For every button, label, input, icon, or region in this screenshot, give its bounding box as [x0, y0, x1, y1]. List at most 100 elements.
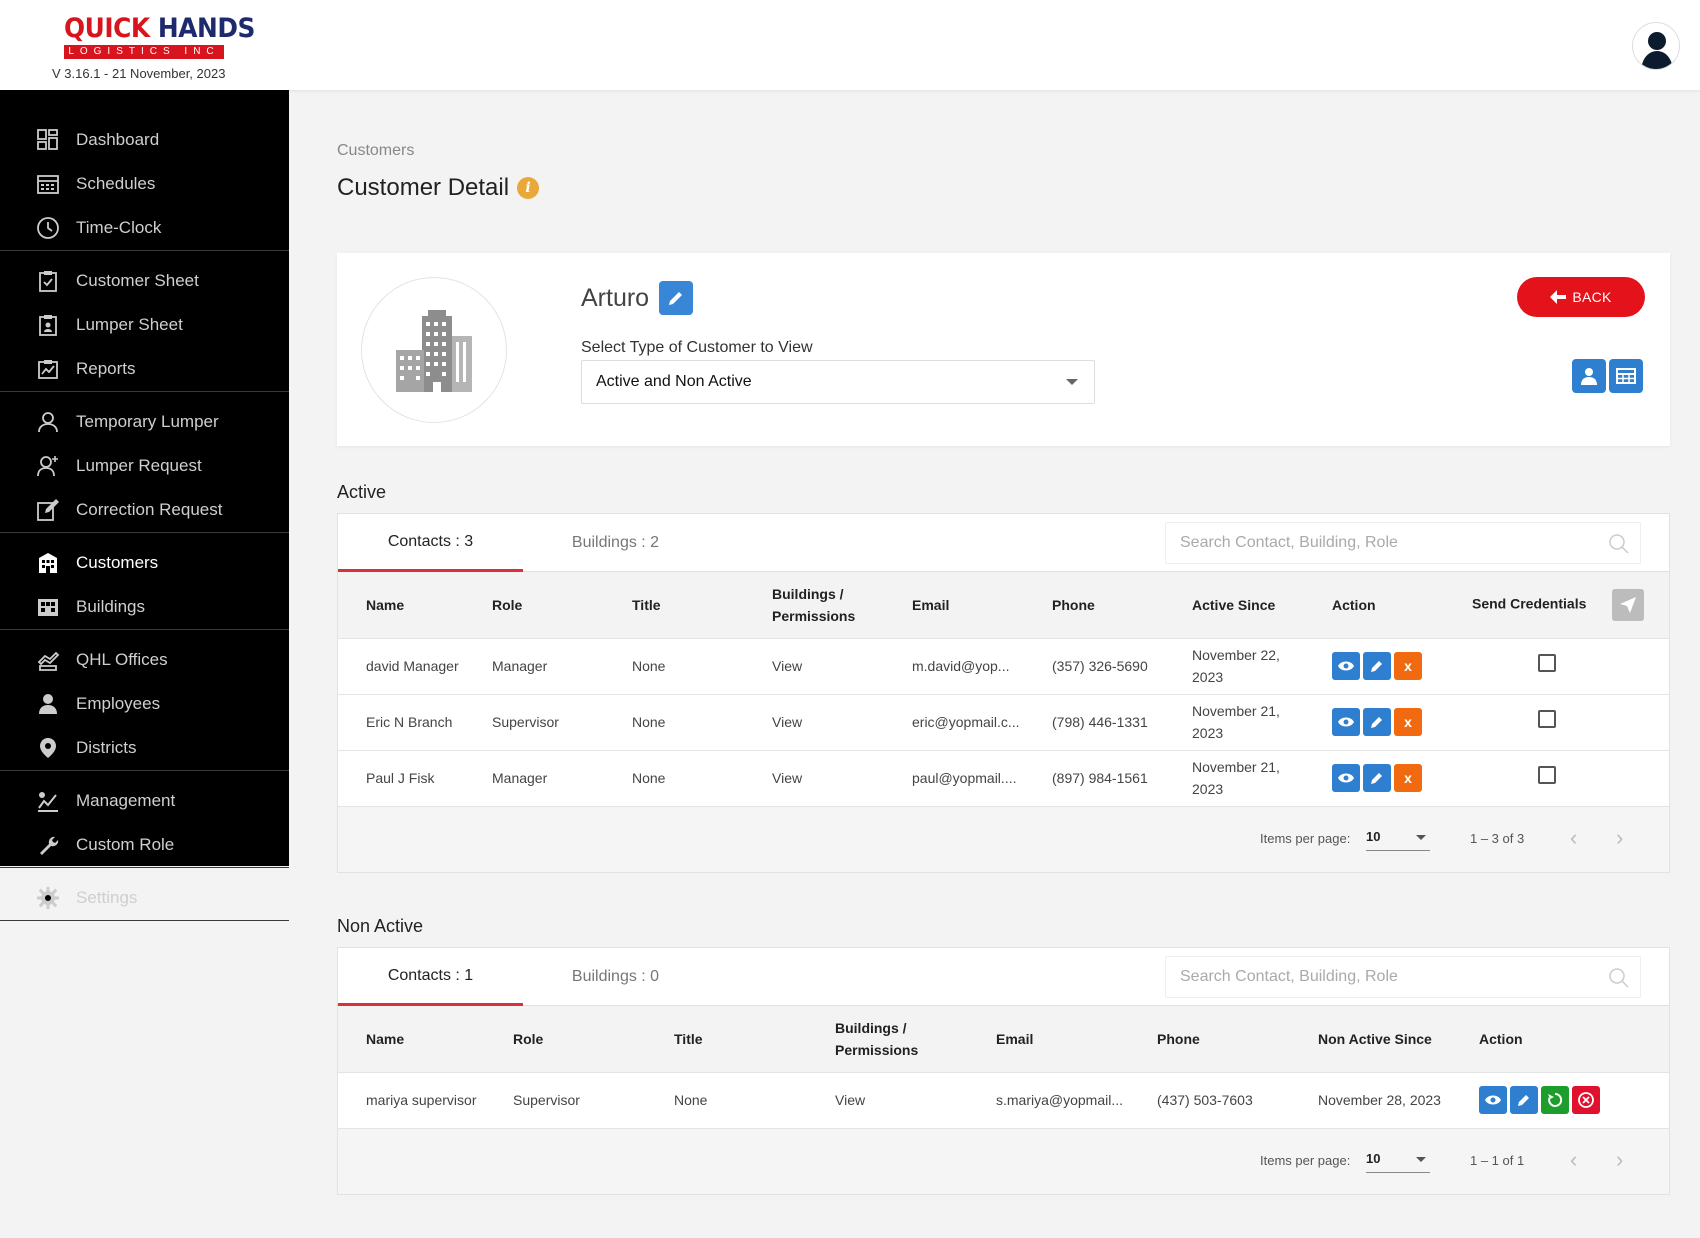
sidebar-item-customer-sheet[interactable]: Customer Sheet — [0, 259, 289, 303]
send-credentials-cell — [1444, 637, 1669, 694]
eye-icon — [1485, 1095, 1501, 1105]
edit-customer-button[interactable] — [659, 281, 694, 315]
prev-page-button[interactable]: ‹ — [1570, 1147, 1577, 1173]
col-role[interactable]: Role — [464, 572, 604, 638]
items-per-page-select[interactable]: 10 — [1366, 829, 1430, 851]
sidebar-item-districts[interactable]: Districts — [0, 726, 289, 770]
tab-active-buildings[interactable]: Buildings : 2 — [523, 514, 708, 572]
send-credentials-checkbox[interactable] — [1538, 766, 1556, 785]
sidebar-item-temporary-lumper[interactable]: Temporary Lumper — [0, 400, 289, 444]
send-credentials-button[interactable] — [1612, 588, 1645, 621]
sidebar-item-dashboard[interactable]: Dashboard — [0, 118, 289, 162]
items-per-page-select[interactable]: 10 — [1366, 1151, 1430, 1173]
pencil-icon — [1518, 1095, 1529, 1107]
contact-since: November 22, 2023 — [1164, 637, 1304, 694]
customer-type-select[interactable]: Active and Non Active — [581, 360, 1095, 404]
sidebar-group: QHL Offices Employees Districts — [0, 630, 289, 771]
search-icon — [1609, 534, 1629, 554]
logo-word-quick: QUICK — [64, 13, 150, 44]
sidebar-item-employees[interactable]: Employees — [0, 682, 289, 726]
sidebar-item-customers[interactable]: Customers — [0, 541, 289, 585]
view-contact-button[interactable] — [1332, 708, 1360, 736]
view-contact-button[interactable] — [1332, 764, 1360, 793]
active-search-placeholder: Search Contact, Building, Role — [1180, 534, 1398, 551]
user-avatar[interactable] — [1632, 22, 1680, 70]
delete-contact-button[interactable]: x — [1394, 764, 1422, 793]
view-contact-button[interactable] — [1332, 652, 1360, 680]
sidebar-item-correction-request[interactable]: Correction Request — [0, 488, 289, 532]
grid-view-button[interactable] — [1609, 359, 1643, 393]
next-page-button[interactable]: › — [1616, 825, 1623, 851]
delete-contact-button[interactable]: x — [1394, 652, 1422, 680]
sidebar-item-schedules[interactable]: Schedules — [0, 162, 289, 206]
col-active-since[interactable]: Active Since — [1164, 572, 1304, 638]
sidebar-item-management[interactable]: Management — [0, 779, 289, 823]
back-button-label: BACK — [1572, 289, 1612, 305]
col-email[interactable]: Email — [968, 1006, 1129, 1072]
sidebar-item-label: Customers — [76, 553, 159, 572]
send-credentials-checkbox[interactable] — [1538, 710, 1556, 728]
prev-page-button[interactable]: ‹ — [1570, 825, 1577, 851]
nonactive-contacts-panel: Contacts : 1 Buildings : 0 Search Contac… — [337, 947, 1670, 1195]
back-button[interactable]: BACK — [1517, 277, 1645, 317]
sidebar-item-custom-role[interactable]: Custom Role — [0, 823, 289, 867]
send-credentials-checkbox[interactable] — [1538, 654, 1556, 672]
sidebar-item-buildings[interactable]: Buildings — [0, 585, 289, 629]
table-row[interactable]: Eric N Branch Supervisor None View eric@yopm… — [338, 693, 1669, 750]
col-permissions[interactable]: Buildings / Permissions — [807, 1006, 968, 1072]
table-row[interactable]: Paul J Fisk Manager None View paul@yopmail..… — [338, 749, 1669, 806]
items-per-page-label: Items per page: — [1260, 831, 1351, 846]
send-credentials-cell — [1444, 693, 1669, 750]
col-title[interactable]: Title — [604, 572, 744, 638]
building-illustration-icon — [396, 310, 472, 392]
company-logo[interactable]: QUICK HANDS LOGISTICS INC — [64, 13, 255, 59]
sidebar-item-lumper-request[interactable]: Lumper Request — [0, 444, 289, 488]
view-contact-button[interactable] — [1479, 1086, 1507, 1115]
contact-since: November 21, 2023 — [1164, 749, 1304, 806]
col-permissions[interactable]: Buildings / Permissions — [744, 572, 884, 638]
sidebar-item-time-clock[interactable]: Time-Clock — [0, 206, 289, 250]
edit-contact-button[interactable] — [1510, 1086, 1538, 1115]
row-actions — [1451, 1071, 1669, 1128]
nonactive-paginator: Items per page: 10 1 – 1 of 1 ‹ › — [338, 1128, 1669, 1194]
col-name[interactable]: Name — [338, 572, 464, 638]
table-row[interactable]: mariya supervisor Supervisor None View s.mar… — [338, 1071, 1669, 1128]
col-email[interactable]: Email — [884, 572, 1024, 638]
next-page-button[interactable]: › — [1616, 1147, 1623, 1173]
tab-active-contacts[interactable]: Contacts : 3 — [338, 514, 523, 572]
app-version: V 3.16.1 - 21 November, 2023 — [52, 66, 226, 81]
info-icon[interactable]: i — [517, 177, 540, 199]
col-phone[interactable]: Phone — [1129, 1006, 1290, 1072]
nonactive-search-input[interactable]: Search Contact, Building, Role — [1165, 956, 1641, 998]
delete-contact-button[interactable]: x — [1394, 708, 1422, 736]
active-search-input[interactable]: Search Contact, Building, Role — [1165, 522, 1641, 564]
tab-nonactive-contacts[interactable]: Contacts : 1 — [338, 948, 523, 1006]
contact-phone: (798) 446-1331 — [1024, 693, 1164, 750]
contact-phone: (437) 503-7603 — [1129, 1071, 1290, 1128]
restore-contact-button[interactable] — [1541, 1086, 1569, 1115]
logo-subtitle: LOGISTICS INC — [64, 45, 224, 59]
col-name[interactable]: Name — [338, 1006, 485, 1072]
tab-nonactive-buildings[interactable]: Buildings : 0 — [523, 948, 708, 1006]
edit-contact-button[interactable] — [1363, 708, 1391, 736]
user-avatar-icon — [1641, 32, 1673, 69]
sidebar-item-qhl-offices[interactable]: QHL Offices — [0, 638, 289, 682]
sidebar-item-lumper-sheet[interactable]: Lumper Sheet — [0, 303, 289, 347]
eye-icon — [1338, 717, 1354, 727]
edit-contact-button[interactable] — [1363, 652, 1391, 680]
col-title[interactable]: Title — [646, 1006, 807, 1072]
send-credentials-cell — [1444, 749, 1669, 806]
col-phone[interactable]: Phone — [1024, 572, 1164, 638]
sidebar-item-settings[interactable]: Settings — [0, 876, 289, 920]
breadcrumb[interactable]: Customers — [337, 142, 414, 160]
remove-contact-button[interactable] — [1572, 1086, 1600, 1115]
sidebar-item-reports[interactable]: Reports — [0, 347, 289, 391]
col-role[interactable]: Role — [485, 1006, 646, 1072]
contact-view-button[interactable] — [1572, 359, 1606, 393]
table-row[interactable]: david Manager Manager None View m.david@yop.… — [338, 637, 1669, 694]
col-nonactive-since[interactable]: Non Active Since — [1290, 1006, 1451, 1072]
edit-contact-button[interactable] — [1363, 764, 1391, 793]
clipboard-check-icon — [36, 269, 60, 293]
nonactive-section-title: Non Active — [337, 916, 424, 936]
customer-type-label: Select Type of Customer to View — [581, 339, 813, 356]
